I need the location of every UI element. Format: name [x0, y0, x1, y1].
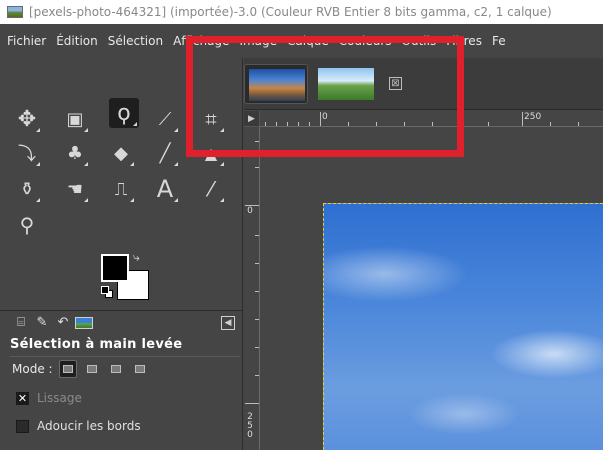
smudge-tool-icon[interactable]: ☚ [60, 174, 90, 204]
default-colors-icon[interactable] [101, 286, 109, 294]
smooth-option[interactable]: ✕ Lissage [16, 391, 82, 405]
v-ruler-label-0b: 0 [247, 430, 253, 440]
menu-windows[interactable]: Fe [492, 34, 506, 48]
gimp-image-icon [7, 6, 23, 18]
tool-options-title: Sélection à main levée [10, 337, 240, 357]
images-tab-icon[interactable] [75, 316, 93, 329]
warp-tool-icon[interactable]: ♣ [60, 138, 90, 168]
menu-filters[interactable]: Filtres [446, 34, 482, 48]
free-select-tool-icon[interactable]: ϙ [109, 98, 139, 128]
horizontal-ruler[interactable]: 0 250 [260, 111, 603, 127]
h-ruler-label-250: 250 [524, 112, 542, 122]
menu-edit[interactable]: Édition [56, 34, 98, 48]
rect-select-tool-icon[interactable]: ▣ [60, 104, 90, 134]
close-image-tab-icon[interactable]: ⊠ [389, 77, 402, 90]
dock-menu-icon[interactable]: ◀ [221, 315, 235, 330]
feather-label: Adoucir les bords [37, 419, 141, 433]
window-title: [pexels-photo-464321] (importée)-3.0 (Co… [29, 5, 552, 19]
unified-transform-tool-icon[interactable]: ⤵ [12, 138, 42, 168]
swap-colors-icon[interactable]: ⤷ [133, 250, 140, 265]
smooth-checkbox[interactable]: ✕ [16, 391, 29, 405]
color-picker-tool-icon[interactable]: ⁄ [196, 174, 226, 204]
move-tool-icon[interactable]: ✥ [12, 104, 42, 134]
paintbrush-tool-icon[interactable]: ╱ [150, 138, 180, 168]
image-tab-mountain[interactable] [244, 64, 308, 104]
text-tool-icon[interactable]: A [150, 174, 180, 204]
menu-select[interactable]: Sélection [108, 34, 163, 48]
canvas-area[interactable] [261, 128, 603, 450]
clone-tool-icon[interactable]: ⚱ [12, 174, 42, 204]
window-titlebar: [pexels-photo-464321] (importée)-3.0 (Co… [0, 0, 603, 24]
fuzzy-select-tool-icon[interactable]: ⟋ [150, 104, 180, 134]
feather-checkbox[interactable] [16, 419, 29, 433]
menu-file[interactable]: Fichier [7, 34, 46, 48]
image-tabs-bar: ⊠ [244, 58, 603, 110]
mode-subtract-button[interactable] [107, 360, 125, 378]
bucket-fill-tool-icon[interactable]: ◆ [106, 138, 136, 168]
feather-option[interactable]: Adoucir les bords [16, 419, 141, 433]
mode-label: Mode : [12, 362, 53, 376]
toolbox-panel: ✥ ▣ ϙ ⟋ ⌗ ⤵ ♣ ◆ ╱ ▲ ⚱ ☚ ⎍ A ⁄ ⚲ ⤷ ⌸ ✎ ↶ … [0, 58, 243, 450]
foreground-color-swatch[interactable] [101, 254, 129, 282]
mode-intersect-button[interactable] [131, 360, 149, 378]
zoom-tool-icon[interactable]: ⚲ [12, 210, 42, 240]
meadow-thumbnail [318, 68, 374, 100]
eraser-tool-icon[interactable]: ▲ [196, 138, 226, 168]
image-canvas[interactable] [323, 203, 603, 450]
undo-history-tab-icon[interactable]: ↶ [54, 315, 72, 331]
quick-mask-toggle-icon[interactable]: ▶ [244, 111, 260, 127]
mode-add-button[interactable] [83, 360, 101, 378]
device-status-tab-icon[interactable]: ✎ [33, 315, 51, 331]
crop-tool-icon[interactable]: ⌗ [196, 104, 226, 134]
v-ruler-label-0: 0 [247, 206, 253, 216]
mountain-thumbnail [249, 69, 305, 101]
h-ruler-label-0: 0 [322, 112, 328, 122]
tool-options-tab-icon[interactable]: ⌸ [12, 315, 30, 331]
menu-view[interactable]: Affichage [173, 34, 229, 48]
vertical-ruler[interactable]: 0 2 5 0 [244, 127, 260, 450]
mode-replace-button[interactable] [58, 360, 77, 378]
mode-row: Mode : [12, 359, 149, 379]
smooth-label: Lissage [37, 391, 82, 405]
image-tab-meadow[interactable] [314, 64, 378, 104]
paths-tool-icon[interactable]: ⎍ [106, 174, 136, 204]
menu-colors[interactable]: Couleurs [339, 34, 392, 48]
menu-image[interactable]: Image [239, 34, 277, 48]
menu-layer[interactable]: Calque [287, 34, 329, 48]
menu-tools[interactable]: Outils [402, 34, 437, 48]
dock-tabs: ⌸ ✎ ↶ ◀ [0, 310, 243, 334]
menu-bar: Fichier Édition Sélection Affichage Imag… [0, 24, 603, 58]
